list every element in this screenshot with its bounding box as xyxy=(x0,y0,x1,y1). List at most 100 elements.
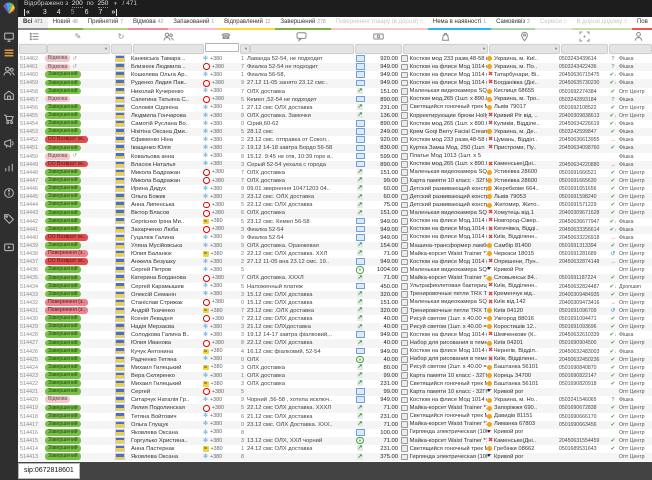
status-tab[interactable]: Повернення товару (в дорозі)0 xyxy=(331,17,428,30)
tracking-number[interactable]: 0501691093696 xyxy=(559,323,607,331)
tracking-number[interactable]: 20450634220880 xyxy=(559,161,607,169)
phone-cell[interactable]: ✻+380 xyxy=(203,453,229,462)
tracking-number[interactable]: 0503241546065 xyxy=(559,396,607,404)
banknote-icon[interactable] xyxy=(372,31,384,42)
page-number[interactable]: 4 xyxy=(57,8,61,17)
cart-icon[interactable] xyxy=(3,112,15,124)
video-icon[interactable] xyxy=(3,240,15,252)
tracking-number[interactable]: 20450632610339 xyxy=(559,331,607,339)
phone-filter-input[interactable] xyxy=(205,43,239,52)
tracking-number[interactable]: 0503242893184 xyxy=(559,96,607,104)
filter-cell-tracking[interactable] xyxy=(561,44,608,54)
tracking-number[interactable]: 20450633356614 xyxy=(559,226,607,234)
announcement-icon[interactable] xyxy=(3,136,15,148)
status-tab[interactable]: Самовивіз2 xyxy=(491,17,535,30)
tracking-number[interactable]: 0501691281689 xyxy=(559,250,607,258)
filter-cell-address[interactable]: ▼ xyxy=(489,44,560,54)
tracking-number[interactable]: 20450632824487 xyxy=(559,283,607,291)
status-tab[interactable]: В дорозі додому0 xyxy=(572,17,632,30)
page-number[interactable]: 3 xyxy=(43,8,47,17)
tracking-number[interactable]: 0501691651656 xyxy=(559,185,607,193)
last-page-button[interactable]: » xyxy=(111,9,117,16)
status-tab[interactable]: Сервіси0 xyxy=(535,17,572,30)
status-tab[interactable]: Нема в наявності1 xyxy=(428,17,491,30)
location-pin-icon[interactable] xyxy=(518,31,530,42)
tracking-number[interactable]: 20400309473416 xyxy=(559,299,607,307)
tracking-number[interactable]: 20400309671628 xyxy=(559,209,607,217)
filter-cell-flag[interactable] xyxy=(111,44,132,54)
tracking-number[interactable]: 0503243422436 xyxy=(559,63,607,71)
status-tab[interactable]: Запакований1 xyxy=(168,17,219,30)
scan-icon[interactable] xyxy=(578,31,590,42)
tracking-number[interactable]: 0503242599847 xyxy=(559,128,607,136)
phone-filter-caret[interactable]: ▼ xyxy=(240,44,250,54)
tracking-number[interactable]: 0501690663456 xyxy=(559,421,607,429)
contacts-icon[interactable] xyxy=(3,64,15,76)
status-tab[interactable]: Відмова42 xyxy=(128,17,168,30)
tracking-number[interactable]: 0501691666521 xyxy=(559,169,607,177)
tracking-number[interactable]: 20450632483003 xyxy=(559,348,607,356)
tracking-number[interactable]: 0501692274384 xyxy=(559,88,607,96)
info-icon[interactable] xyxy=(3,186,15,198)
first-page-button[interactable]: « xyxy=(24,9,30,16)
menu-icon[interactable] xyxy=(3,46,15,58)
tracking-number[interactable]: 0501691096709 xyxy=(559,307,607,315)
caret-down-icon[interactable]: ▼ xyxy=(113,1,117,6)
status-tab[interactable]: Новий48 xyxy=(48,17,83,30)
sip-indicator[interactable]: sip:0672818601 xyxy=(18,463,80,479)
page-number[interactable]: 6 xyxy=(85,8,89,17)
status-tab[interactable]: Завершений278 xyxy=(275,17,330,30)
tracking-number[interactable]: 0501690672838 xyxy=(559,404,607,412)
tracking-number[interactable]: 20450635730230 xyxy=(559,79,607,87)
tracking-number[interactable]: 0501691665630 xyxy=(559,177,607,185)
status-tab[interactable]: Відправлений12 xyxy=(219,17,275,30)
filter-cell-id[interactable] xyxy=(19,44,47,54)
tracking-number[interactable]: 20450636613955 xyxy=(559,136,607,144)
screen-icon[interactable] xyxy=(3,30,15,42)
app-logo[interactable] xyxy=(2,2,16,20)
id-list-icon[interactable] xyxy=(28,31,40,42)
tracking-number[interactable]: 20450631554459 xyxy=(559,437,607,445)
filter-cell-status[interactable]: ▼ xyxy=(47,44,110,54)
filter-cell-comment[interactable] xyxy=(250,44,354,54)
filter-cell-name[interactable] xyxy=(133,44,204,54)
tracking-number[interactable]: 0501690904500 xyxy=(559,339,607,347)
tag-icon[interactable] xyxy=(3,212,15,224)
range-from[interactable]: 200 xyxy=(72,0,83,8)
bag-icon[interactable] xyxy=(439,31,451,42)
filter-cell-product[interactable]: ▼ xyxy=(403,44,488,54)
tracking-number[interactable]: 0501689531643 xyxy=(559,445,607,453)
pencil-icon[interactable]: ✎ xyxy=(72,31,84,42)
tracking-number[interactable]: 0501691094471 xyxy=(559,315,607,323)
tracking-number[interactable]: 0501691598240 xyxy=(559,193,607,201)
phone-icon[interactable]: ☎ xyxy=(220,31,232,42)
person-icon[interactable] xyxy=(632,31,644,42)
tracking-number[interactable]: 0501691571229 xyxy=(559,201,607,209)
tracking-number[interactable]: 20400309838613 xyxy=(559,112,607,120)
status-tab[interactable]: Прийнятий7 xyxy=(83,17,128,30)
refresh-icon[interactable]: ↻ xyxy=(115,31,127,42)
tracking-number[interactable]: 20400309484935 xyxy=(559,291,607,299)
tracking-number[interactable]: 0501690840870 xyxy=(559,364,607,372)
tracking-number[interactable]: 20450636715475 xyxy=(559,71,607,79)
chat-bubble-icon[interactable] xyxy=(295,31,307,42)
tracking-number[interactable]: 20450632874148 xyxy=(559,258,607,266)
filter-cell-price[interactable] xyxy=(355,44,402,54)
tracking-number[interactable]: 20450634226619 xyxy=(559,120,607,128)
range-to[interactable]: 250 xyxy=(98,0,109,8)
tracking-number[interactable]: 20450636677947 xyxy=(559,218,607,226)
tracking-number[interactable]: 20450632450236 xyxy=(559,356,607,364)
tracking-number[interactable]: 20450634098760 xyxy=(559,144,607,152)
tracking-number[interactable]: 0503243439614 xyxy=(559,55,607,63)
status-tab[interactable]: Пов xyxy=(632,17,652,30)
stats-icon[interactable] xyxy=(3,160,15,172)
tracking-number[interactable]: 0501690820918 xyxy=(559,380,607,388)
tracking-number[interactable]: 20450633226918 xyxy=(559,234,607,242)
tracking-number[interactable]: 0501692108522 xyxy=(559,104,607,112)
status-tab[interactable]: Всі471 xyxy=(18,17,48,30)
people-icon[interactable] xyxy=(162,31,174,42)
page-number[interactable]: 7 xyxy=(98,8,102,17)
table-row[interactable]: 514413 Завершений↺ Яковлева Оксана ✻+380… xyxy=(18,453,652,461)
tracking-number[interactable]: 0501691313394 xyxy=(559,242,607,250)
tracking-number[interactable]: 0501690666170 xyxy=(559,413,607,421)
